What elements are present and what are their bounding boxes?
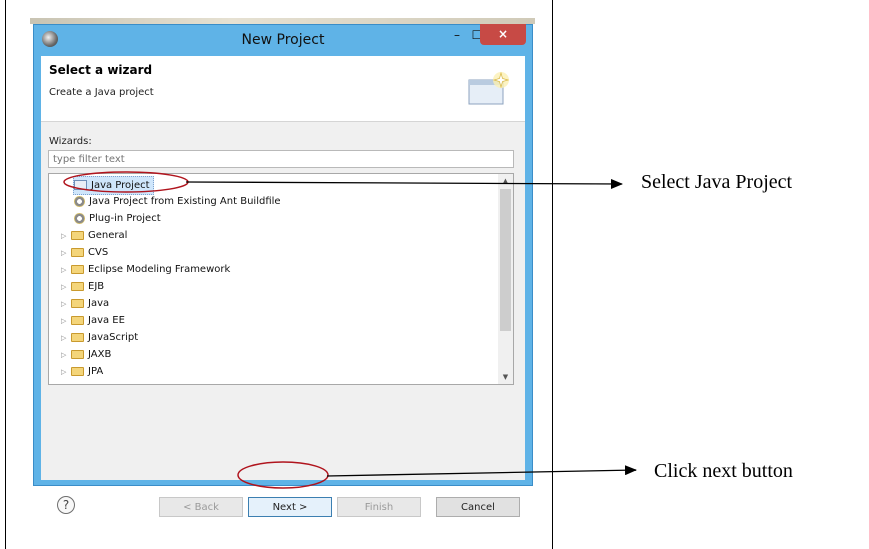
annotation-click-next: Click next button (654, 460, 793, 482)
arrow-click-next (326, 465, 637, 477)
annotation-select-java-project: Select Java Project (641, 171, 793, 193)
highlight-ellipse-java-project (63, 171, 189, 193)
arrow-select-java-project (185, 178, 623, 189)
highlight-ellipse-next (237, 461, 329, 489)
